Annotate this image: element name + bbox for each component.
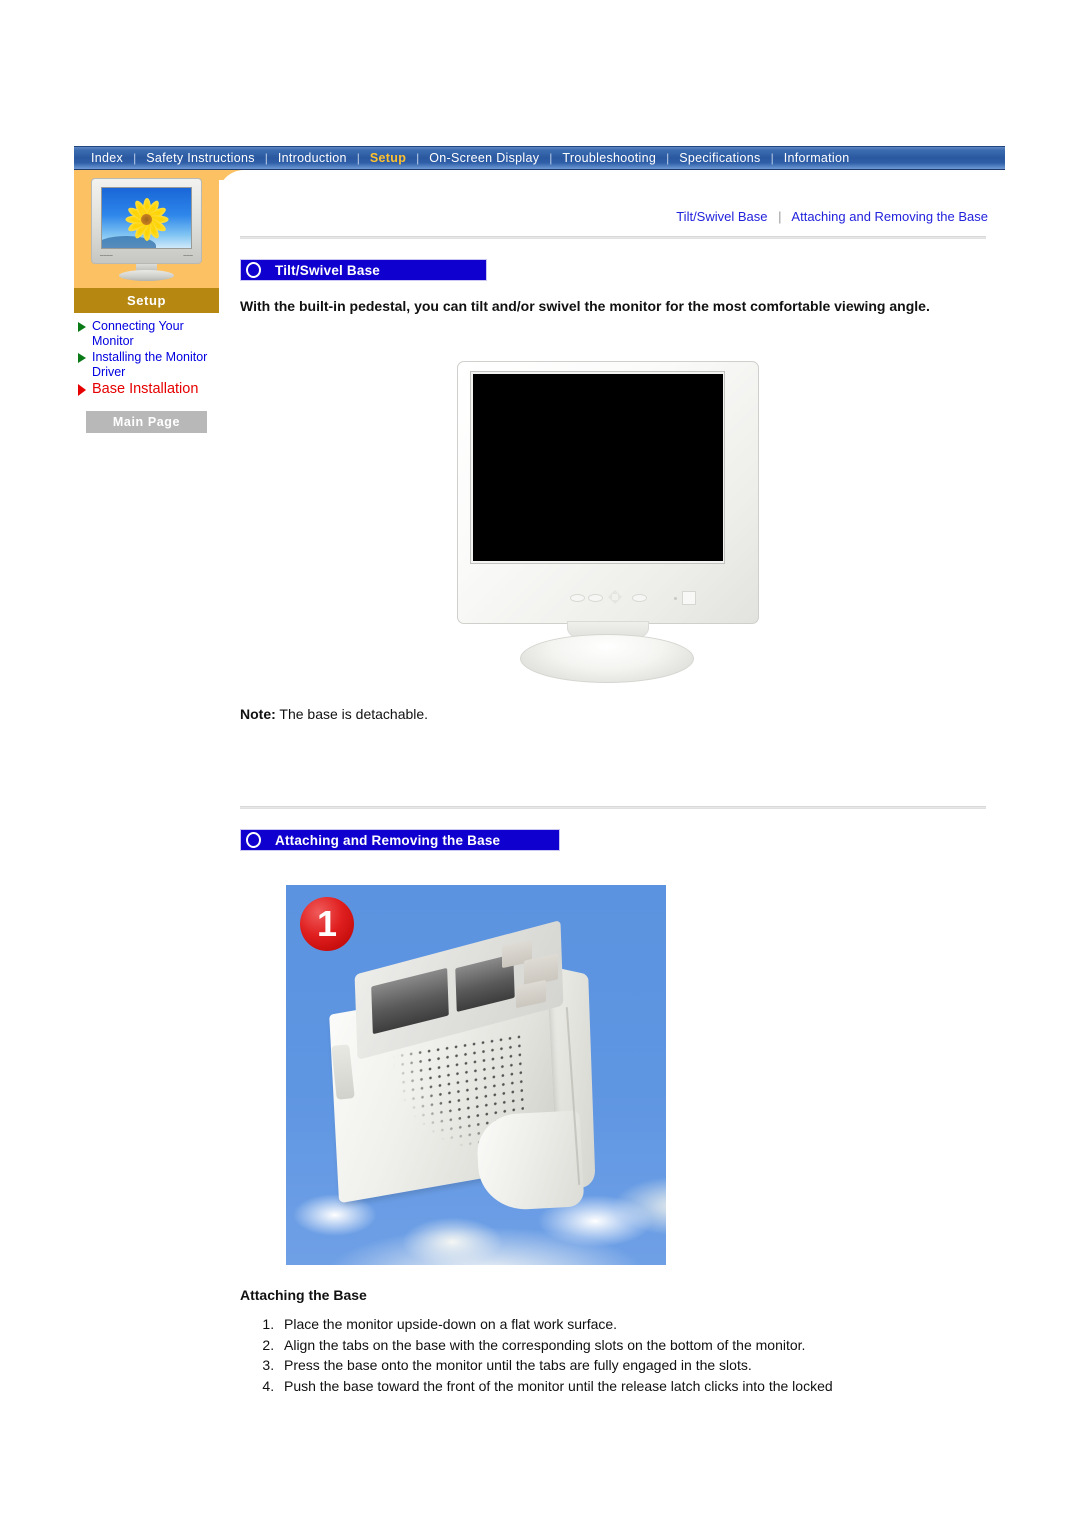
thumbnail-brand-mark: ▬▬▬▬: [100, 253, 113, 257]
divider-top: [240, 236, 986, 239]
nav-item-setup[interactable]: Setup: [361, 147, 415, 169]
list-item: Place the monitor upside-down on a flat …: [278, 1315, 1000, 1335]
sidebar-section-title: Setup: [74, 288, 219, 313]
thumbnail-base: [119, 270, 174, 281]
main-content: Tilt/Swivel Base | Attaching and Removin…: [240, 206, 1000, 1397]
section-header-attaching-and-removing-the-base: Attaching and Removing the Base: [240, 829, 560, 851]
section-header-label: Attaching and Removing the Base: [275, 832, 501, 848]
sidebar-item-label: Installing the Monitor Driver: [92, 350, 208, 379]
monitor-control-panel: [548, 586, 698, 608]
photo-pedestal-foot: [475, 1110, 585, 1212]
sidebar-link-list: Connecting Your Monitor Installing the M…: [74, 313, 219, 433]
list-item: Align the tabs on the base with the corr…: [278, 1336, 1000, 1356]
top-navigation-bar: Index | Safety Instructions | Introducti…: [74, 146, 1005, 170]
list-item: Press the base onto the monitor until th…: [278, 1356, 1000, 1376]
nav-item-safety-instructions[interactable]: Safety Instructions: [137, 147, 264, 169]
sidebar-section-title-label: Setup: [126, 293, 167, 308]
nav-item-index[interactable]: Index: [82, 147, 132, 169]
nav-item-introduction[interactable]: Introduction: [269, 147, 356, 169]
main-page-button-label: Main Page: [112, 415, 181, 429]
monitor-screen: [473, 374, 723, 561]
nav-item-troubleshooting[interactable]: Troubleshooting: [553, 147, 665, 169]
monitor-power-button-icon: [682, 591, 696, 605]
nav-item-on-screen-display[interactable]: On-Screen Display: [420, 147, 548, 169]
breadcrumb: Tilt/Swivel Base | Attaching and Removin…: [240, 206, 1000, 228]
monitor-button-icon: [570, 594, 585, 602]
nav-item-specifications[interactable]: Specifications: [670, 147, 769, 169]
attaching-steps-list: Place the monitor upside-down on a flat …: [240, 1315, 1000, 1396]
bullet-circle-icon: [246, 262, 261, 278]
note-line: Note: The base is detachable.: [240, 706, 1000, 722]
sunflower-icon: [125, 197, 169, 241]
sidebar: ▬▬▬▬ ▬▬▬ Setup Connecting Your Monitor I…: [74, 170, 219, 433]
monitor-dpad-icon: [604, 586, 626, 608]
thumbnail-bezel: ▬▬▬▬ ▬▬▬: [91, 178, 202, 264]
subheading-attaching-the-base: Attaching the Base: [240, 1287, 367, 1303]
bullet-circle-icon: [246, 832, 261, 848]
sidebar-item-label: Connecting Your Monitor: [92, 319, 184, 348]
monitor-base: [520, 634, 694, 683]
step-badge-1: 1: [300, 897, 354, 951]
section-header-label: Tilt/Swivel Base: [275, 262, 380, 278]
arrow-right-icon: [78, 322, 86, 332]
note-text: The base is detachable.: [279, 706, 429, 722]
divider-middle: [240, 806, 986, 809]
nav-item-information[interactable]: Information: [775, 147, 859, 169]
monitor-underside-photo: 1: [286, 885, 666, 1265]
sidebar-item-base-installation[interactable]: Base Installation: [74, 380, 219, 398]
sunflower-core: [141, 213, 152, 225]
sidebar-item-connecting-your-monitor[interactable]: Connecting Your Monitor: [74, 318, 219, 349]
main-page-button[interactable]: Main Page: [86, 411, 207, 433]
thumbnail-model-mark: ▬▬▬: [183, 253, 193, 257]
monitor-power-led-icon: [674, 597, 677, 600]
photo-monitor-shell: [328, 920, 600, 1212]
monitor-button-icon: [632, 594, 647, 602]
arrow-right-icon: [78, 353, 86, 363]
monitor-button-icon: [588, 594, 603, 602]
list-item: Push the base toward the front of the mo…: [278, 1377, 1000, 1397]
breadcrumb-link-attaching-and-removing-the-base[interactable]: Attaching and Removing the Base: [791, 209, 988, 224]
sidebar-thumbnail-panel: ▬▬▬▬ ▬▬▬: [74, 170, 219, 288]
monitor-front-view-illustration: [448, 358, 768, 688]
section-header-tilt-swivel-base: Tilt/Swivel Base: [240, 259, 487, 281]
content-panel-tab: [218, 170, 1008, 206]
breadcrumb-separator: |: [778, 209, 782, 224]
sidebar-item-label: Base Installation: [92, 381, 199, 397]
note-label: Note:: [240, 706, 276, 722]
sidebar-item-installing-the-monitor-driver[interactable]: Installing the Monitor Driver: [74, 349, 219, 380]
arrow-right-icon: [78, 384, 86, 396]
thumbnail-screen: [101, 187, 192, 249]
intro-paragraph: With the built-in pedestal, you can tilt…: [240, 298, 930, 314]
breadcrumb-link-tilt-swivel-base[interactable]: Tilt/Swivel Base: [676, 209, 767, 224]
monitor-sunflower-thumbnail-icon: ▬▬▬▬ ▬▬▬: [91, 178, 202, 281]
